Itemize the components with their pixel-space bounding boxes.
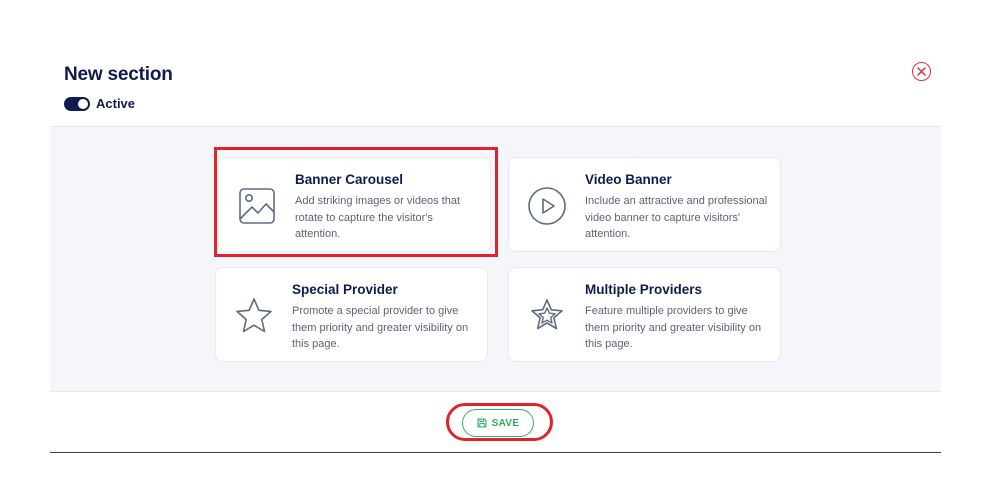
star-icon bbox=[234, 296, 274, 336]
bottom-divider bbox=[50, 452, 941, 453]
card-banner-carousel[interactable]: Banner Carousel Add striking images or v… bbox=[218, 157, 491, 252]
card-title: Video Banner bbox=[585, 172, 672, 187]
card-special-provider[interactable]: Special Provider Promote a special provi… bbox=[215, 267, 488, 362]
close-icon bbox=[917, 67, 926, 76]
card-description: Feature multiple providers to give them … bbox=[585, 305, 762, 350]
card-description: Include an attractive and professional v… bbox=[585, 195, 768, 240]
save-button[interactable]: SAVE bbox=[462, 409, 534, 437]
active-label: Active bbox=[96, 96, 136, 111]
card-title: Multiple Providers bbox=[585, 282, 703, 297]
active-toggle[interactable] bbox=[64, 96, 90, 111]
page-title: New section bbox=[64, 64, 173, 85]
card-video-banner[interactable]: Video Banner Include an attractive and p… bbox=[508, 157, 781, 252]
section-type-panel: Banner Carousel Add striking images or v… bbox=[50, 126, 941, 392]
stars-icon bbox=[527, 296, 567, 336]
floppy-disk-icon bbox=[477, 418, 487, 428]
card-title: Banner Carousel bbox=[295, 172, 404, 187]
card-title: Special Provider bbox=[292, 282, 398, 297]
card-multiple-providers[interactable]: Multiple Providers Feature multiple prov… bbox=[508, 267, 781, 362]
image-icon bbox=[237, 186, 277, 226]
card-description: Add striking images or videos that rotat… bbox=[295, 195, 461, 240]
toggle-knob bbox=[78, 98, 88, 109]
close-button[interactable] bbox=[912, 62, 931, 81]
play-circle-icon bbox=[527, 186, 567, 226]
card-description: Promote a special provider to give them … bbox=[292, 305, 469, 350]
save-label: SAVE bbox=[491, 417, 520, 429]
active-toggle-row: Active bbox=[64, 96, 135, 111]
